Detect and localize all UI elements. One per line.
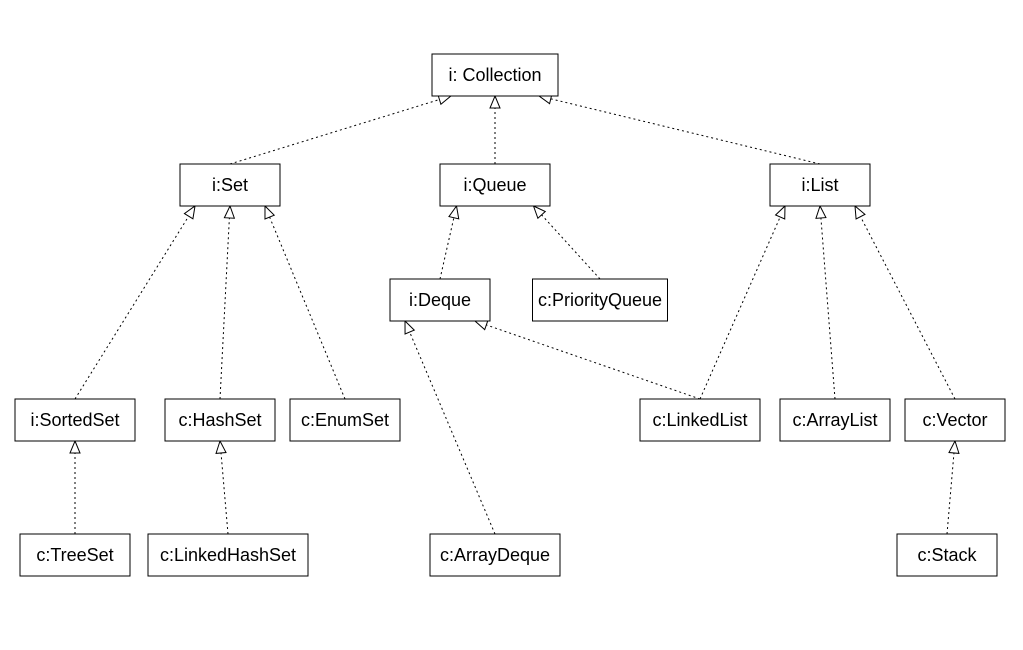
- inheritance-arrowhead-icon: [70, 441, 80, 453]
- node-label: c:ArrayDeque: [440, 545, 550, 565]
- node-arraydeque: c:ArrayDeque: [430, 534, 560, 576]
- inheritance-edge: [821, 218, 835, 399]
- diagram-canvas: i: Collection i:Set i:Queue i:List i:Deque c:…: [0, 0, 1023, 650]
- inheritance-edge: [270, 217, 345, 399]
- node-label: c:PriorityQueue: [538, 290, 662, 310]
- inheritance-edge: [947, 453, 954, 534]
- node-queue: i:Queue: [440, 164, 550, 206]
- inheritance-arrowhead-icon: [776, 206, 785, 219]
- node-set: i:Set: [180, 164, 280, 206]
- node-label: c:TreeSet: [36, 545, 113, 565]
- inheritance-arrowhead-icon: [949, 441, 959, 453]
- inheritance-arrowhead-icon: [224, 206, 234, 218]
- inheritance-arrowhead-icon: [475, 320, 488, 329]
- node-label: i:SortedSet: [30, 410, 119, 430]
- inheritance-arrowhead-icon: [405, 321, 414, 334]
- inheritance-arrowhead-icon: [490, 96, 500, 108]
- node-collection: i: Collection: [432, 54, 558, 96]
- inheritance-edge: [861, 217, 955, 399]
- inheritance-arrowhead-icon: [216, 441, 226, 453]
- node-label: c:Vector: [922, 410, 987, 430]
- inheritance-edge: [220, 218, 229, 399]
- node-label: i:Set: [212, 175, 248, 195]
- node-label: c:LinkedHashSet: [160, 545, 296, 565]
- node-hashset: c:HashSet: [165, 399, 275, 441]
- node-deque: i:Deque: [390, 279, 490, 321]
- edges-layer: [70, 94, 959, 534]
- node-linkedhashset: c:LinkedHashSet: [148, 534, 308, 576]
- node-treeset: c:TreeSet: [20, 534, 130, 576]
- node-label: i:Deque: [409, 290, 471, 310]
- node-stack: c:Stack: [897, 534, 997, 576]
- inheritance-edge: [230, 100, 439, 164]
- nodes-layer: i: Collection i:Set i:Queue i:List i:Deque c:…: [15, 54, 1005, 576]
- node-priorityqueue: c:PriorityQueue: [533, 279, 668, 321]
- node-label: c:EnumSet: [301, 410, 389, 430]
- inheritance-edge: [551, 99, 820, 164]
- inheritance-edge: [75, 216, 189, 399]
- node-label: c:LinkedList: [652, 410, 747, 430]
- inheritance-arrowhead-icon: [816, 206, 826, 218]
- inheritance-arrowhead-icon: [184, 206, 195, 219]
- node-arraylist: c:ArrayList: [780, 399, 890, 441]
- inheritance-arrowhead-icon: [265, 206, 274, 219]
- inheritance-edge: [542, 215, 600, 279]
- node-sortedset: i:SortedSet: [15, 399, 135, 441]
- inheritance-arrowhead-icon: [534, 206, 546, 218]
- node-enumset: c:EnumSet: [290, 399, 400, 441]
- node-vector: c:Vector: [905, 399, 1005, 441]
- node-linkedlist: c:LinkedList: [640, 399, 760, 441]
- node-label: c:Stack: [917, 545, 977, 565]
- inheritance-edge: [700, 217, 780, 399]
- node-label: c:ArrayList: [792, 410, 877, 430]
- inheritance-arrowhead-icon: [449, 206, 459, 219]
- inheritance-edge: [221, 453, 228, 534]
- node-label: i:List: [801, 175, 838, 195]
- inheritance-edge: [486, 325, 700, 399]
- node-label: i: Collection: [448, 65, 541, 85]
- node-label: c:HashSet: [178, 410, 261, 430]
- inheritance-arrowhead-icon: [855, 206, 865, 219]
- inheritance-edge: [410, 332, 495, 534]
- node-label: i:Queue: [463, 175, 526, 195]
- inheritance-edge: [440, 218, 454, 279]
- node-list: i:List: [770, 164, 870, 206]
